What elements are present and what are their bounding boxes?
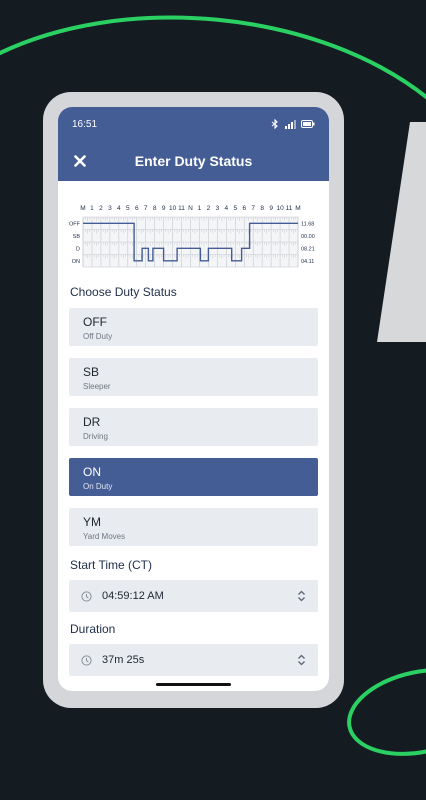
start-time-value: 04:59:12 AM [102, 590, 164, 602]
start-time-label: Start Time (CT) [70, 558, 153, 572]
hour-label: 5 [126, 205, 130, 212]
status-desc: On Duty [83, 482, 113, 491]
app-screen: 16:51 Enter Duty Status M 1 2 3 4 5 6 7 8 9 10 11 N 1… [58, 107, 329, 691]
duration-value: 37m 25s [102, 654, 145, 666]
signal-icon [285, 120, 296, 129]
row-label: D [76, 246, 80, 252]
hour-label: 3 [108, 205, 112, 212]
status-option-sb[interactable]: SB Sleeper [69, 358, 318, 396]
bluetooth-icon [271, 119, 278, 129]
hour-label: M [80, 205, 85, 212]
hour-label: 7 [251, 205, 255, 212]
duty-graph-svg: M 1 2 3 4 5 6 7 8 9 10 11 N 1 2 3 4 5 6 7 8 9 10 11 MOFFSBDON11.… [69, 205, 315, 268]
status-code: ON [83, 465, 101, 479]
clock: 16:51 [72, 118, 98, 130]
hour-label: 4 [225, 205, 229, 212]
hour-label: 10 [276, 205, 284, 212]
phone-frame: 16:51 Enter Duty Status M 1 2 3 4 5 6 7 8 9 10 11 N 1… [43, 92, 344, 708]
status-code: DR [83, 415, 101, 429]
hour-label: 8 [153, 205, 157, 212]
close-icon [74, 155, 86, 167]
choose-status-label: Choose Duty Status [70, 285, 177, 299]
status-option-dr[interactable]: DR Driving [69, 408, 318, 446]
row-label: OFF [69, 221, 81, 227]
hour-label: 7 [144, 205, 148, 212]
status-desc: Yard Moves [83, 532, 126, 541]
hour-label: 10 [169, 205, 177, 212]
row-total: 04.11 [301, 259, 314, 265]
hour-label: 9 [162, 205, 166, 212]
status-option-ym[interactable]: YM Yard Moves [69, 508, 318, 546]
row-label: SB [73, 234, 81, 240]
hour-label: 6 [242, 205, 246, 212]
hour-label: N [188, 205, 193, 212]
status-desc: Driving [83, 432, 108, 441]
hour-label: 11 [178, 205, 185, 212]
start-time-field[interactable]: 04:59:12 AM [69, 580, 318, 612]
duration-field[interactable]: 37m 25s [69, 644, 318, 676]
status-list: OFF Off Duty SB Sleeper DR Driving ON On… [58, 308, 329, 546]
chevron-updown-icon [298, 590, 305, 602]
hour-label: 8 [260, 205, 264, 212]
home-indicator [156, 683, 231, 686]
status-code: SB [83, 365, 100, 379]
hour-label: 9 [269, 205, 273, 212]
hour-label: 2 [207, 205, 211, 212]
hour-label: 6 [135, 205, 139, 212]
chevron-updown-icon [298, 654, 305, 666]
duty-status-graph: M 1 2 3 4 5 6 7 8 9 10 11 N 1 2 3 4 5 6 7 8 9 10 11 M OFF SB D ON 11.… [58, 181, 329, 285]
hour-label: 11 [286, 205, 293, 212]
status-bar: 16:51 [58, 107, 329, 141]
hour-label: 3 [216, 205, 220, 212]
battery-icon [301, 120, 315, 128]
status-desc: Off Duty [83, 332, 113, 341]
hour-label: M [295, 205, 300, 212]
hour-label: 5 [233, 205, 237, 212]
app-bar: Enter Duty Status [58, 141, 329, 181]
status-icons [271, 119, 315, 129]
status-desc: Sleeper [83, 382, 111, 391]
status-option-on[interactable]: ON On Duty [69, 458, 318, 496]
page-title: Enter Duty Status [134, 153, 253, 169]
row-total: 08.21 [301, 246, 315, 252]
close-button[interactable] [70, 151, 90, 171]
hour-label: 1 [198, 205, 202, 212]
hour-label: 1 [90, 205, 94, 212]
clock-icon [81, 654, 92, 666]
row-total: 00.00 [301, 234, 315, 240]
status-option-off[interactable]: OFF Off Duty [69, 308, 318, 346]
hour-label: 2 [99, 205, 103, 212]
status-code: YM [83, 515, 101, 529]
status-code: OFF [83, 315, 107, 329]
row-total: 11.68 [301, 221, 314, 227]
hour-label: 4 [117, 205, 121, 212]
clock-icon [81, 590, 92, 602]
duration-label: Duration [70, 622, 116, 636]
row-label: ON [72, 259, 80, 265]
